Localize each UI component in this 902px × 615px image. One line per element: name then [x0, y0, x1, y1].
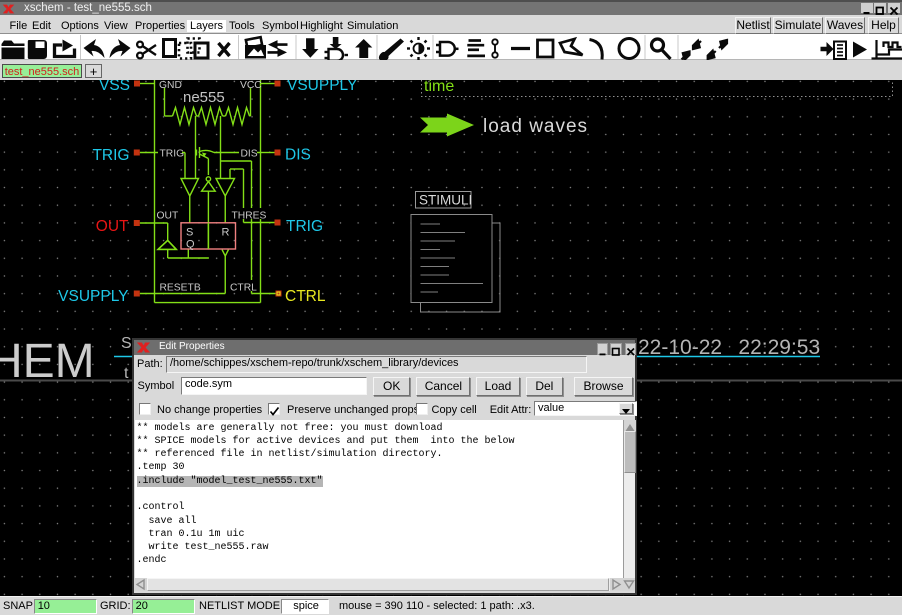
svg-text:OUT: OUT: [96, 218, 129, 235]
svg-text:ne555: ne555: [183, 89, 225, 106]
svg-text:GND: GND: [159, 80, 182, 91]
svg-text:VCC: VCC: [240, 80, 262, 91]
svg-text:load waves: load waves: [483, 116, 588, 137]
svg-text:VSUPPLY: VSUPPLY: [287, 80, 357, 94]
svg-text:RESETB: RESETB: [160, 283, 201, 294]
svg-text:S: S: [186, 227, 193, 239]
svg-text:TRIG: TRIG: [92, 147, 129, 164]
svg-text:DIS: DIS: [241, 149, 258, 160]
svg-text:OUT: OUT: [157, 211, 179, 222]
svg-text:VSUPPLY: VSUPPLY: [58, 288, 128, 305]
svg-text:Q: Q: [186, 239, 195, 251]
svg-text:HEM: HEM: [0, 335, 95, 388]
svg-text:S: S: [121, 335, 132, 352]
svg-text:VSS: VSS: [99, 80, 130, 94]
svg-text:THRES: THRES: [232, 211, 267, 222]
svg-text:CTRL: CTRL: [285, 288, 326, 305]
svg-text:22-10-22 22:29:53: 22-10-22 22:29:53: [638, 336, 820, 359]
svg-text:TRIG: TRIG: [286, 218, 323, 235]
svg-text:t: t: [124, 365, 129, 382]
svg-text:CTRL: CTRL: [230, 283, 257, 294]
svg-text:TRIG: TRIG: [160, 149, 185, 160]
svg-text:time: time: [424, 80, 454, 95]
svg-text:R: R: [222, 227, 230, 239]
svg-text:DIS: DIS: [285, 147, 311, 164]
svg-text:STIMULI: STIMULI: [419, 193, 472, 208]
